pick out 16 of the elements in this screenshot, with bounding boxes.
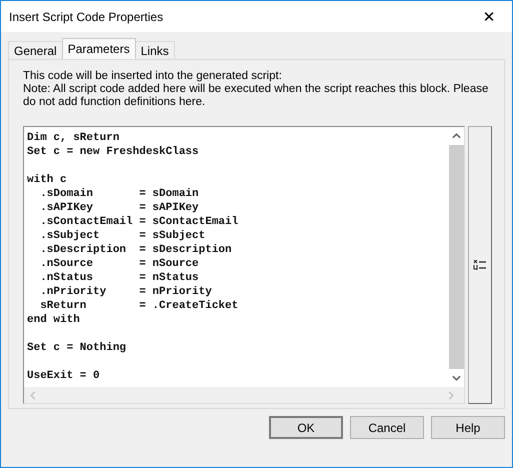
intro-text: This code will be inserted into the generated script: xyxy=(23,70,283,83)
tab[interactable]: Links xyxy=(134,41,175,59)
tab[interactable]: Parameters xyxy=(62,38,136,59)
variable-list-icon xyxy=(473,260,487,270)
scroll-down-icon[interactable] xyxy=(452,375,460,381)
code-text: Dim c, sReturn Set c = new FreshdeskClass with c .sDomain = sDomain .sAPIKey = sAPIKey .sContactEmail = sContactEmail .sSubject = sSubject .sDescription = sDescription .nSource = nSource .nStatus = nStatus .nPriority = nPriority sReturn = .CreateTicket end with Set c = Nothing UseExit = 0 xyxy=(26,131,240,384)
dialog-button[interactable]: Cancel xyxy=(350,416,424,439)
close-button[interactable]: ✕ xyxy=(466,1,512,32)
variables-button[interactable] xyxy=(468,126,492,404)
window-title: Insert Script Code Properties xyxy=(9,10,164,24)
scroll-up-icon[interactable] xyxy=(452,133,460,139)
dialog-button[interactable]: OK xyxy=(269,416,343,439)
note-text: Note: All script code added here will be executed when the script reaches this block. Please do not add function definitions here. xyxy=(23,83,490,109)
tab[interactable]: General xyxy=(8,41,63,59)
dialog-button[interactable]: Help xyxy=(431,416,505,439)
code-editor[interactable] xyxy=(23,126,465,404)
